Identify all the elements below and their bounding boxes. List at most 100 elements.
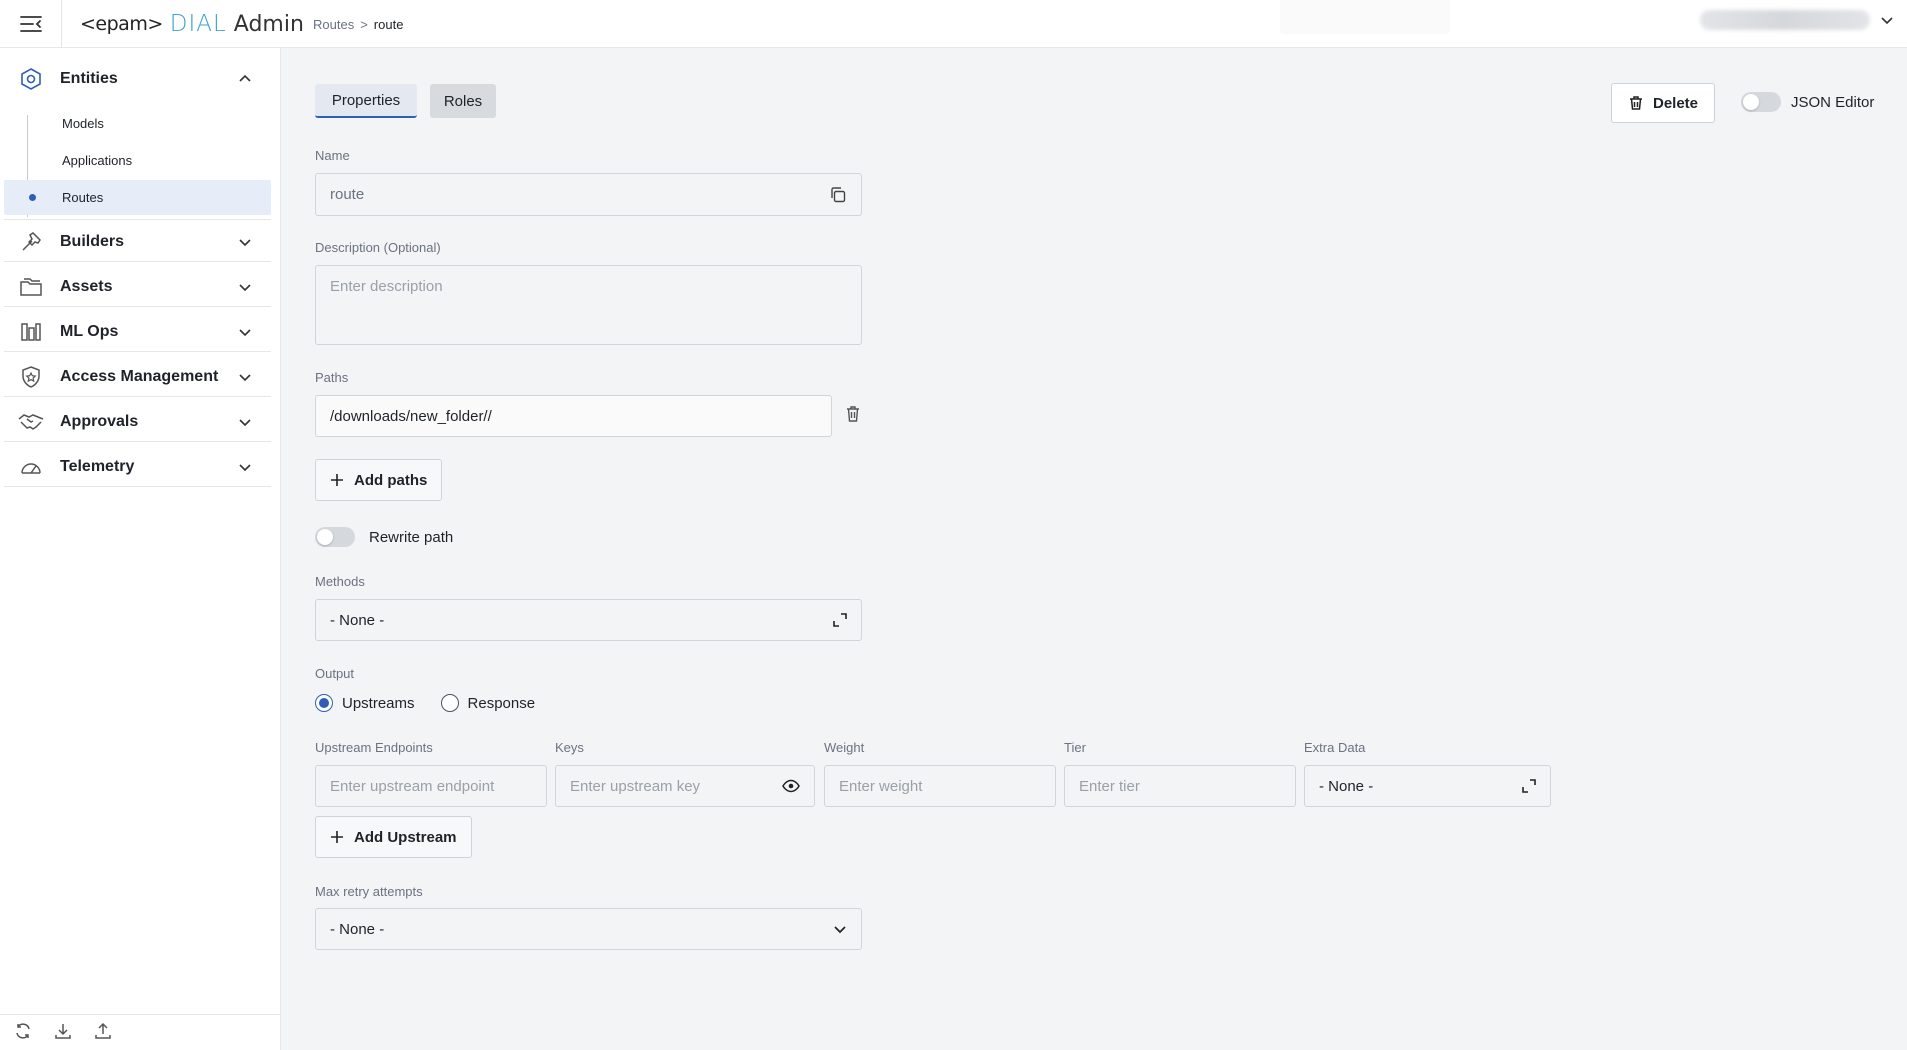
rewrite-path-switch[interactable]: [315, 527, 355, 547]
add-paths-button[interactable]: Add paths: [315, 459, 443, 501]
sidebar-group-approvals[interactable]: Approvals: [4, 402, 271, 442]
name-field[interactable]: route: [315, 173, 862, 216]
logo-admin: Admin: [233, 11, 304, 37]
methods-label: Methods: [315, 574, 365, 589]
shield-icon: [18, 364, 44, 390]
refresh-icon[interactable]: [14, 1022, 32, 1044]
sidebar-group-builders[interactable]: Builders: [4, 222, 271, 262]
output-response-radio[interactable]: Response: [440, 694, 536, 712]
sidebar-group-entities[interactable]: Entities: [4, 59, 271, 99]
output-upstreams-radio[interactable]: Upstreams: [315, 694, 415, 712]
tier-placeholder: Enter tier: [1079, 777, 1140, 795]
breadcrumb-current: route: [373, 16, 404, 32]
chevron-down-icon: [235, 412, 255, 432]
menu-collapse-icon: [19, 16, 42, 32]
trash-icon: [1629, 96, 1642, 110]
chevron-down-icon: [833, 922, 847, 936]
chevron-down-icon: [235, 457, 255, 477]
max-retry-select[interactable]: - None -: [315, 908, 862, 950]
logo-epam: <epam>: [80, 13, 163, 35]
sidebar-group-label: Builders: [60, 232, 125, 250]
sidebar-item-label: Routes: [62, 190, 104, 205]
sidebar-item-routes[interactable]: Routes: [4, 180, 271, 215]
sidebar-group-label: Approvals: [60, 412, 139, 430]
entities-icon: [18, 66, 44, 92]
sidebar-group-label: Telemetry: [60, 457, 135, 475]
path-input[interactable]: /downloads/new_folder//: [315, 395, 832, 437]
rewrite-path-label: Rewrite path: [369, 528, 454, 546]
extra-data-label: Extra Data: [1304, 740, 1366, 755]
upstream-endpoints-label: Upstream Endpoints: [315, 740, 433, 755]
json-editor-label: JSON Editor: [1791, 93, 1875, 111]
menu-toggle-button[interactable]: [0, 0, 62, 48]
weight-input[interactable]: Enter weight: [824, 765, 1056, 807]
tier-label: Tier: [1064, 740, 1086, 755]
sidebar-group-access-management[interactable]: Access Management: [4, 357, 271, 397]
upstream-key-placeholder: Enter upstream key: [570, 777, 701, 795]
gauge-icon: [18, 454, 44, 480]
active-dot: [29, 194, 36, 201]
sidebar-group-assets[interactable]: Assets: [4, 267, 271, 307]
add-upstream-button[interactable]: Add Upstream: [315, 816, 472, 858]
divider: [4, 219, 271, 220]
description-placeholder: Enter description: [330, 278, 443, 295]
chevron-up-icon: [235, 69, 255, 89]
eye-icon[interactable]: [782, 779, 800, 793]
rewrite-path-toggle[interactable]: Rewrite path: [315, 527, 453, 547]
sidebar-group-mlops[interactable]: ML Ops: [4, 312, 271, 352]
chevron-down-icon: [235, 277, 255, 297]
chevron-down-icon: [235, 367, 255, 387]
tab-roles[interactable]: Roles: [430, 84, 496, 118]
sidebar-group-label: Entities: [60, 70, 118, 87]
output-label: Output: [315, 666, 355, 681]
keys-label: Keys: [555, 740, 584, 755]
sidebar-group-telemetry[interactable]: Telemetry: [4, 447, 271, 487]
breadcrumb-routes-link[interactable]: Routes: [313, 17, 354, 32]
name-label: Name: [315, 148, 350, 163]
json-editor-toggle[interactable]: JSON Editor: [1741, 92, 1874, 112]
upstream-endpoint-placeholder: Enter upstream endpoint: [330, 777, 495, 795]
chevron-down-icon: [235, 322, 255, 342]
hammer-icon: [18, 229, 44, 255]
paths-label: Paths: [315, 370, 349, 385]
expand-icon[interactable]: [833, 613, 847, 627]
radio-unselected-icon: [440, 694, 459, 712]
tab-properties[interactable]: Properties: [315, 84, 417, 118]
description-label: Description (Optional): [315, 240, 441, 255]
upstream-endpoint-input[interactable]: Enter upstream endpoint: [315, 765, 547, 807]
sidebar-item-applications[interactable]: Applications: [4, 143, 271, 178]
chevron-down-icon: [235, 232, 255, 252]
description-field[interactable]: Enter description: [315, 265, 862, 345]
handshake-icon: [18, 409, 44, 435]
sidebar-group-label: ML Ops: [60, 322, 119, 340]
methods-select[interactable]: - None -: [315, 599, 862, 641]
plus-icon: [331, 474, 343, 486]
extra-data-select[interactable]: - None -: [1304, 765, 1551, 807]
output-radio-group: Upstreams Response: [315, 694, 535, 712]
delete-button[interactable]: Delete: [1611, 83, 1715, 123]
sidebar-group-label: Assets: [60, 277, 113, 295]
delete-label: Delete: [1652, 94, 1699, 112]
json-editor-switch[interactable]: [1741, 92, 1781, 112]
tier-input[interactable]: Enter tier: [1064, 765, 1296, 807]
download-icon[interactable]: [54, 1022, 72, 1044]
add-paths-label: Add paths: [354, 471, 428, 489]
user-name-blurred: [1700, 10, 1870, 30]
expand-icon[interactable]: [1522, 779, 1536, 793]
sidebar-item-label: Models: [62, 116, 104, 131]
user-menu[interactable]: [1700, 10, 1894, 30]
sidebar-item-models[interactable]: Models: [4, 106, 271, 141]
radio-label: Response: [467, 694, 536, 712]
top-header: <epam> DIAL Admin Routes > route: [0, 0, 1907, 48]
max-retry-value: - None -: [330, 920, 385, 938]
delete-path-icon[interactable]: [845, 405, 861, 427]
upload-icon[interactable]: [94, 1022, 112, 1044]
logo-dial: DIAL: [169, 11, 227, 37]
plus-icon: [331, 831, 343, 843]
app-logo[interactable]: <epam> DIAL Admin: [80, 6, 304, 42]
copy-icon[interactable]: [829, 186, 847, 204]
upstream-key-input[interactable]: Enter upstream key: [555, 765, 815, 807]
sidebar: Entities Models Applications Routes Buil…: [0, 48, 281, 1050]
sidebar-footer: [0, 1014, 281, 1050]
weight-placeholder: Enter weight: [839, 777, 923, 795]
